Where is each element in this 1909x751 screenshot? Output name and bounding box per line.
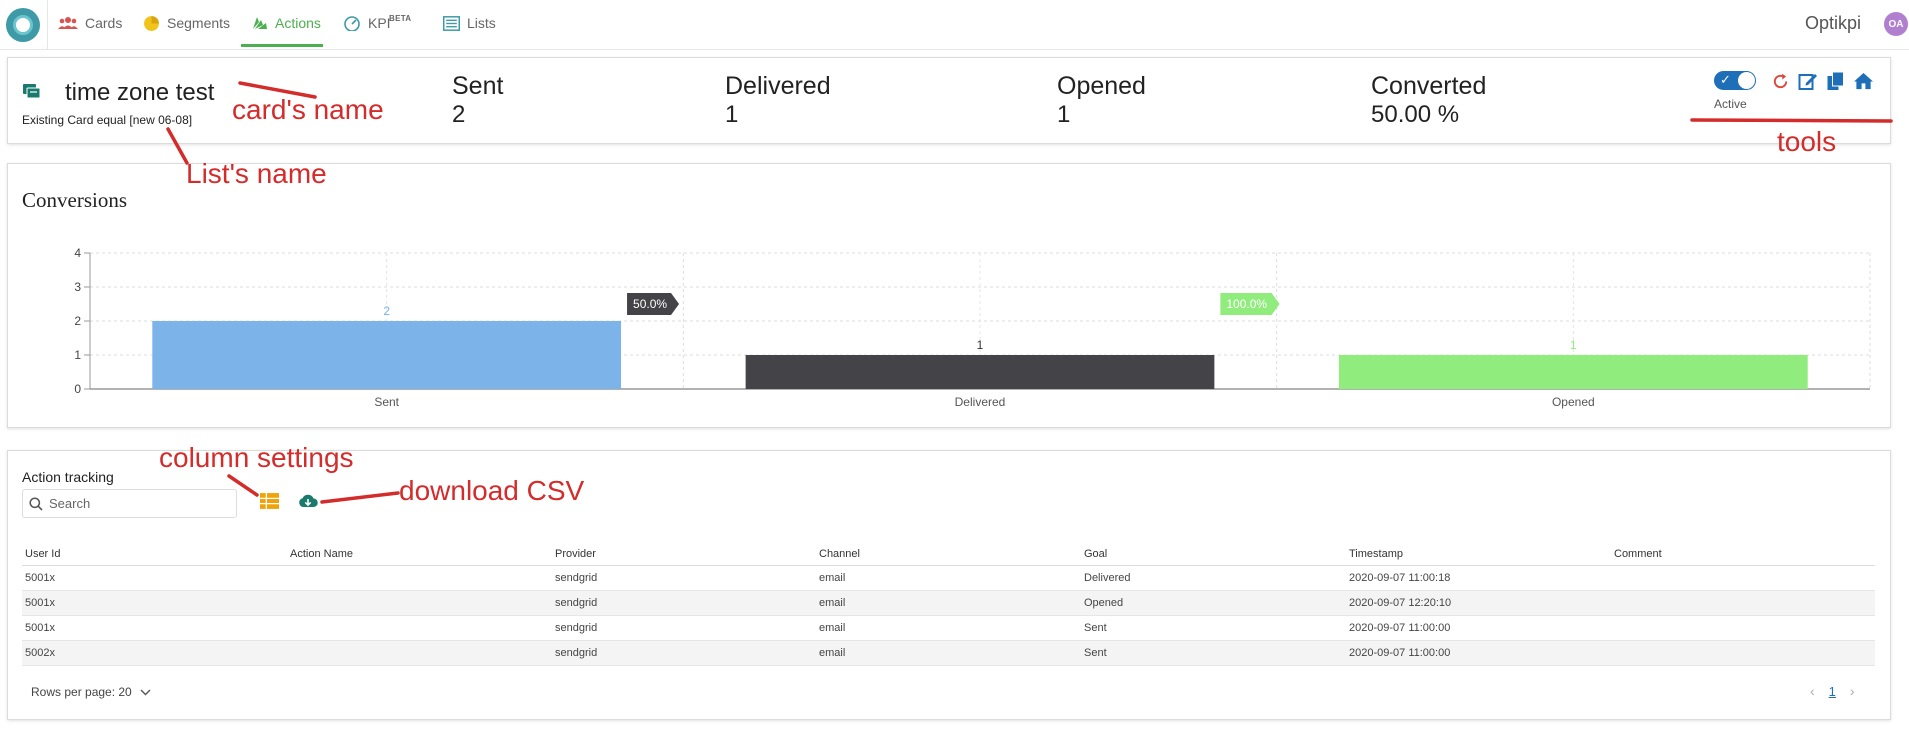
annotation-download-csv: download CSV bbox=[399, 475, 585, 506]
annotation-list-name: List's name bbox=[186, 158, 327, 189]
annotation-card-name: card's name bbox=[232, 94, 384, 125]
annotation-column-settings: column settings bbox=[159, 442, 354, 473]
annotation-tools: tools bbox=[1777, 126, 1837, 157]
